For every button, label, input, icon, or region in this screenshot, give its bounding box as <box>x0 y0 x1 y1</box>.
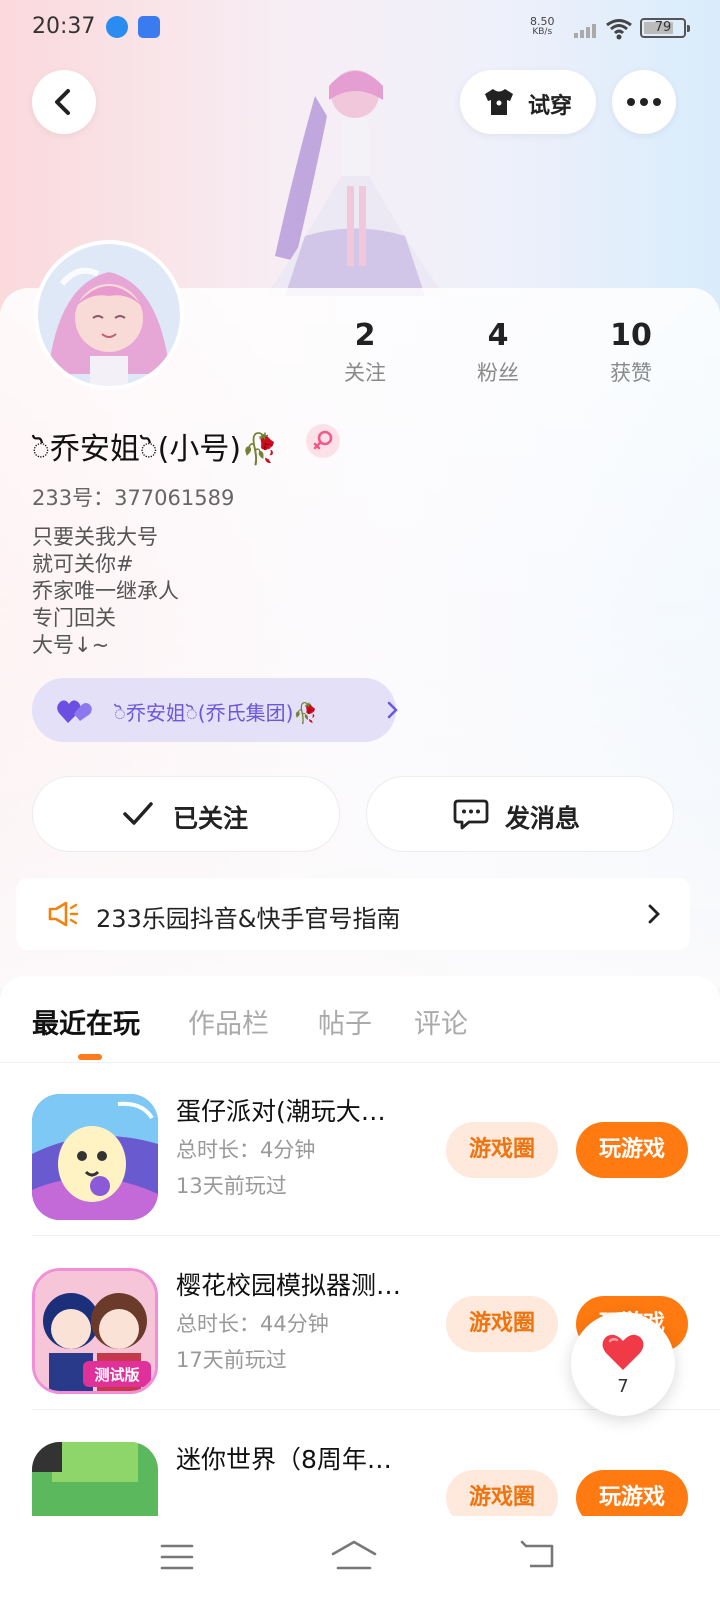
bio-line: 就可关你# <box>32 552 134 576</box>
stat-label: 粉丝 <box>477 361 519 385</box>
tab-indicator <box>78 1054 102 1060</box>
net-speed-value: 8.50 <box>530 15 555 28</box>
test-version-badge: 测试版 <box>94 1366 139 1384</box>
back-nav-icon[interactable] <box>520 1540 556 1572</box>
game-title: 蛋仔派对(潮玩大… <box>176 1097 386 1126</box>
notice-text: 233乐园抖音&快手官号指南 <box>96 905 401 933</box>
tab-works[interactable]: 作品栏 <box>188 1002 269 1041</box>
menu-icon[interactable] <box>160 1542 194 1572</box>
status-bar: 20:37 8.50 KB/s 79 <box>0 0 720 56</box>
more-options-button[interactable] <box>612 70 676 134</box>
check-icon <box>123 802 153 825</box>
avatar-image <box>38 244 180 386</box>
bio-line: 只要关我大号 <box>32 525 158 549</box>
double-heart-icon <box>57 700 92 723</box>
play-game-button[interactable]: 玩游戏 <box>576 1122 688 1178</box>
game-icon-eggy-party[interactable] <box>32 1094 158 1220</box>
user-id: 233号：377061589 <box>32 486 235 510</box>
following-button[interactable]: 已关注 <box>32 776 340 852</box>
family-label: ॆ乔安姐ॆ(乔氏集团)🥀 <box>114 701 319 725</box>
chevron-right-icon <box>387 701 398 719</box>
username: ॆ乔安姐ॆ(小号)🥀 <box>32 432 279 467</box>
female-gender-icon <box>306 424 340 458</box>
game-title: 迷你世界（8周年… <box>176 1445 392 1474</box>
stat-count: 10 <box>610 318 652 353</box>
tab-bar: 最近在玩 作品栏 帖子 评论 <box>0 976 720 1063</box>
bio: 只要关我大号 就可关你# 乔家唯一继承人 专门回关 大号↓~ <box>32 524 179 659</box>
game-last-played: 13天前玩过 <box>176 1174 287 1198</box>
like-count: 7 <box>617 1376 629 1397</box>
game-title: 樱花校园模拟器测… <box>176 1271 402 1300</box>
home-icon[interactable] <box>330 1538 378 1574</box>
chat-bubble-icon <box>453 799 489 830</box>
tab-recently-played[interactable]: 最近在玩 <box>32 1002 140 1041</box>
game-last-played: 17天前玩过 <box>176 1348 287 1372</box>
tab-posts[interactable]: 帖子 <box>318 1002 372 1041</box>
avatar[interactable] <box>34 240 184 390</box>
baidu-notification-icon <box>138 16 160 38</box>
bio-line: 专门回关 <box>32 606 116 630</box>
tshirt-icon <box>485 89 513 115</box>
like-button[interactable]: 7 <box>571 1312 675 1416</box>
send-message-label: 发消息 <box>505 804 581 833</box>
tab-comments[interactable]: 评论 <box>414 1002 468 1041</box>
status-time: 20:37 <box>32 14 96 39</box>
bio-line: 大号↓~ <box>32 633 110 657</box>
content-section: 最近在玩 作品栏 帖子 评论 蛋仔派对(潮玩大… 总时长：4分钟 13天前玩过 … <box>0 976 720 1568</box>
stat-count: 4 <box>487 318 509 353</box>
net-speed-unit: KB/s <box>532 27 553 37</box>
game-circle-button[interactable]: 游戏圈 <box>446 1122 558 1178</box>
battery-icon: 79 <box>640 18 690 38</box>
family-group-chip[interactable]: ॆ乔安姐ॆ(乔氏集团)🥀 <box>32 678 398 742</box>
stat-label: 关注 <box>344 361 386 385</box>
game-row[interactable]: 蛋仔派对(潮玩大… 总时长：4分钟 13天前玩过 游戏圈 玩游戏 <box>0 1062 720 1236</box>
stat-label: 获赞 <box>610 361 652 385</box>
net-speed: 8.50 KB/s <box>530 16 555 38</box>
back-button[interactable] <box>32 70 96 134</box>
megaphone-icon <box>48 901 79 927</box>
chevron-left-icon <box>55 89 70 115</box>
game-circle-button[interactable]: 游戏圈 <box>446 1296 558 1352</box>
battery-level: 79 <box>654 20 672 35</box>
wifi-icon <box>606 19 632 40</box>
system-navigation-bar <box>0 1516 720 1600</box>
more-dots-icon <box>627 98 661 106</box>
send-message-button[interactable]: 发消息 <box>366 776 674 852</box>
following-label: 已关注 <box>173 804 249 833</box>
try-on-button[interactable]: 试穿 <box>460 70 596 134</box>
heart-icon <box>602 1334 644 1370</box>
signal-icon <box>574 20 600 38</box>
app-notification-icon <box>106 16 128 38</box>
chevron-right-icon <box>648 904 660 924</box>
character-avatar-figure <box>265 70 445 296</box>
try-on-label: 试穿 <box>528 94 573 119</box>
notice-banner[interactable]: 233乐园抖音&快手官号指南 <box>16 878 690 950</box>
stat-following[interactable]: 2 关注 <box>315 318 415 387</box>
stat-count: 2 <box>354 318 376 353</box>
stat-likes[interactable]: 10 获赞 <box>581 318 681 387</box>
game-duration: 总时长：44分钟 <box>176 1312 329 1336</box>
bio-line: 乔家唯一继承人 <box>32 579 179 603</box>
game-duration: 总时长：4分钟 <box>176 1138 316 1162</box>
stat-fans[interactable]: 4 粉丝 <box>448 318 548 387</box>
game-icon-sakura-school[interactable]: 测试版 <box>32 1268 158 1394</box>
